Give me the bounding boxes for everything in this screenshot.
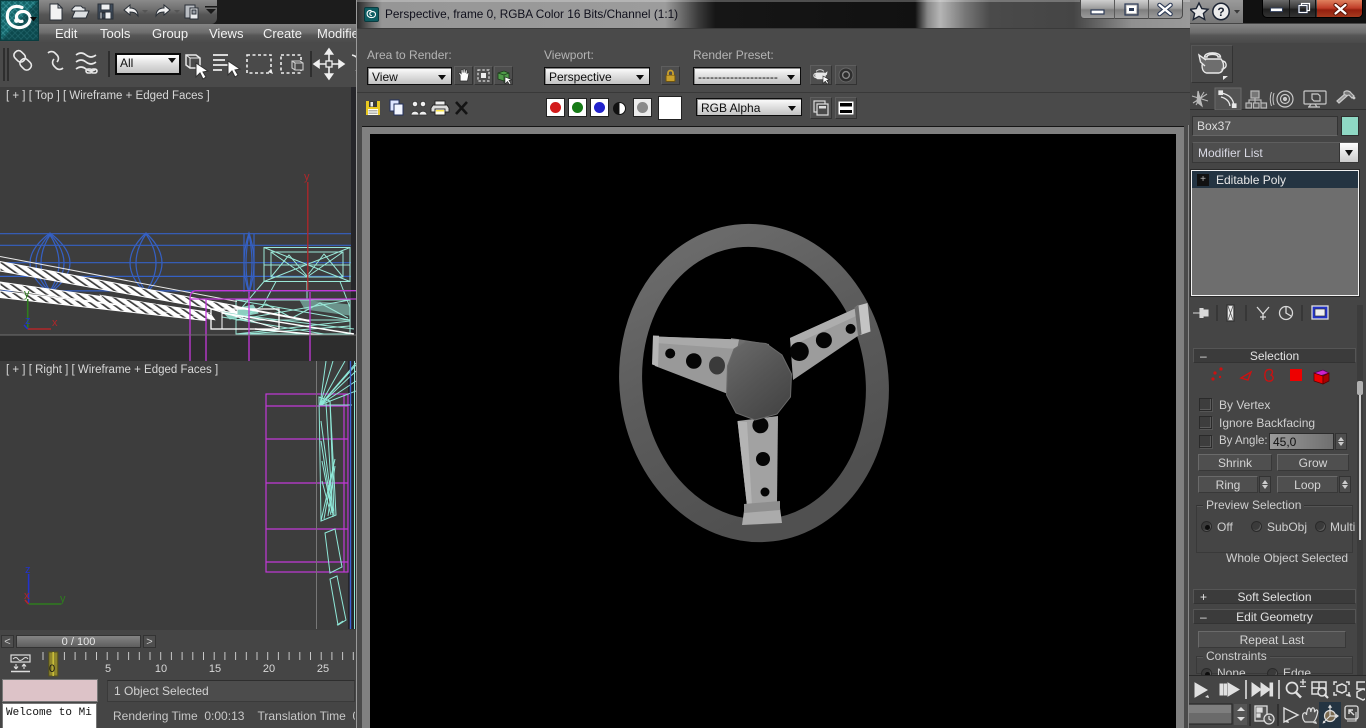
svg-text:x: x [52, 317, 58, 329]
svg-text:15: 15 [209, 663, 221, 675]
svg-text:y: y [304, 171, 310, 183]
svg-text:y: y [24, 288, 30, 300]
svg-text:25: 25 [317, 663, 329, 675]
svg-text:20: 20 [263, 663, 275, 675]
svg-text:y: y [60, 593, 66, 605]
svg-text:5: 5 [105, 663, 111, 675]
svg-text:0: 0 [49, 663, 55, 675]
svg-text:10: 10 [155, 663, 167, 675]
svg-text:z: z [25, 315, 31, 327]
svg-text:z: z [25, 564, 31, 576]
svg-text:?: ? [1217, 5, 1224, 19]
svg-text:x: x [24, 590, 30, 602]
